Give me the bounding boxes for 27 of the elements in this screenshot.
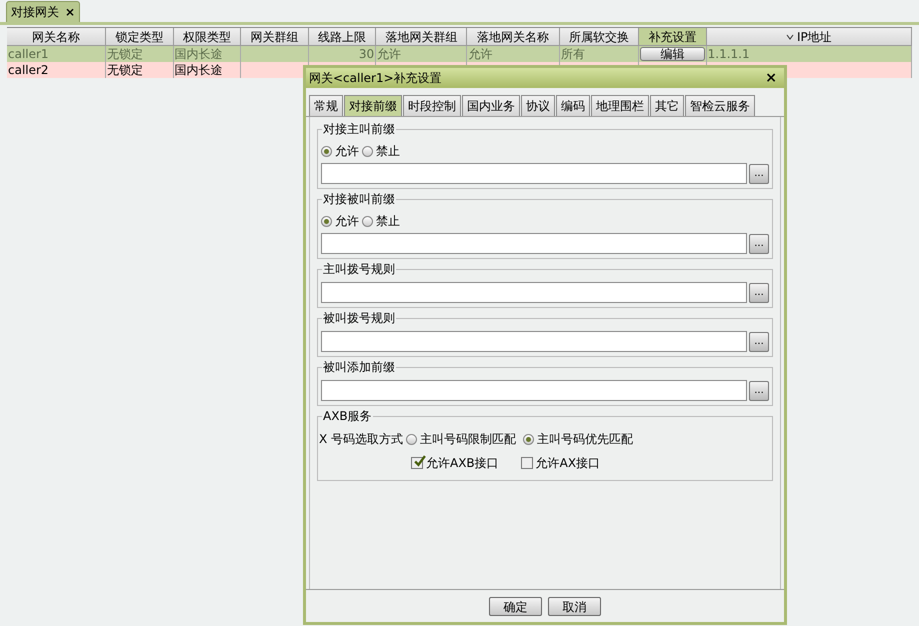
section-legend: 被叫拨号规则 [322,311,396,325]
table-cell: 所有 [560,46,585,62]
table-cell: 无锁定 [107,62,144,78]
table-cell: 无锁定 [107,46,144,62]
table-cell: 允许 [377,46,402,62]
table-cell: 允许 [468,46,492,62]
dialog-title: 网关<caller1>补充设置 [309,70,442,87]
radio-label: 禁止 [376,213,400,230]
section-legend: 被叫添加前缀 [322,360,396,374]
radio-label: 禁止 [376,143,400,160]
table-cell: caller2 [8,62,49,78]
section-legend: AXB服务 [322,409,373,423]
radio-label: 允许 [335,143,359,160]
table-cell: caller1 [8,46,49,62]
checkbox-label: 允许AX接口 [536,455,600,472]
table-cell: 1.1.1.1 [708,46,750,62]
section-legend: 主叫拨号规则 [322,262,396,276]
radio-label: 允许 [335,213,359,230]
field-label: X 号码选取方式 [319,431,404,448]
radio-label: 主叫号码优先匹配 [537,431,634,448]
section-legend: 对接主叫前缀 [322,122,396,136]
section-legend: 对接被叫前缀 [322,192,396,206]
radio-label: 主叫号码限制匹配 [420,431,516,448]
checkbox-label: 允许AXB接口 [426,455,499,472]
table-cell: 30 [358,46,374,62]
table-cell: 国内长途 [174,62,223,78]
table-cell: 国内长途 [174,46,223,62]
